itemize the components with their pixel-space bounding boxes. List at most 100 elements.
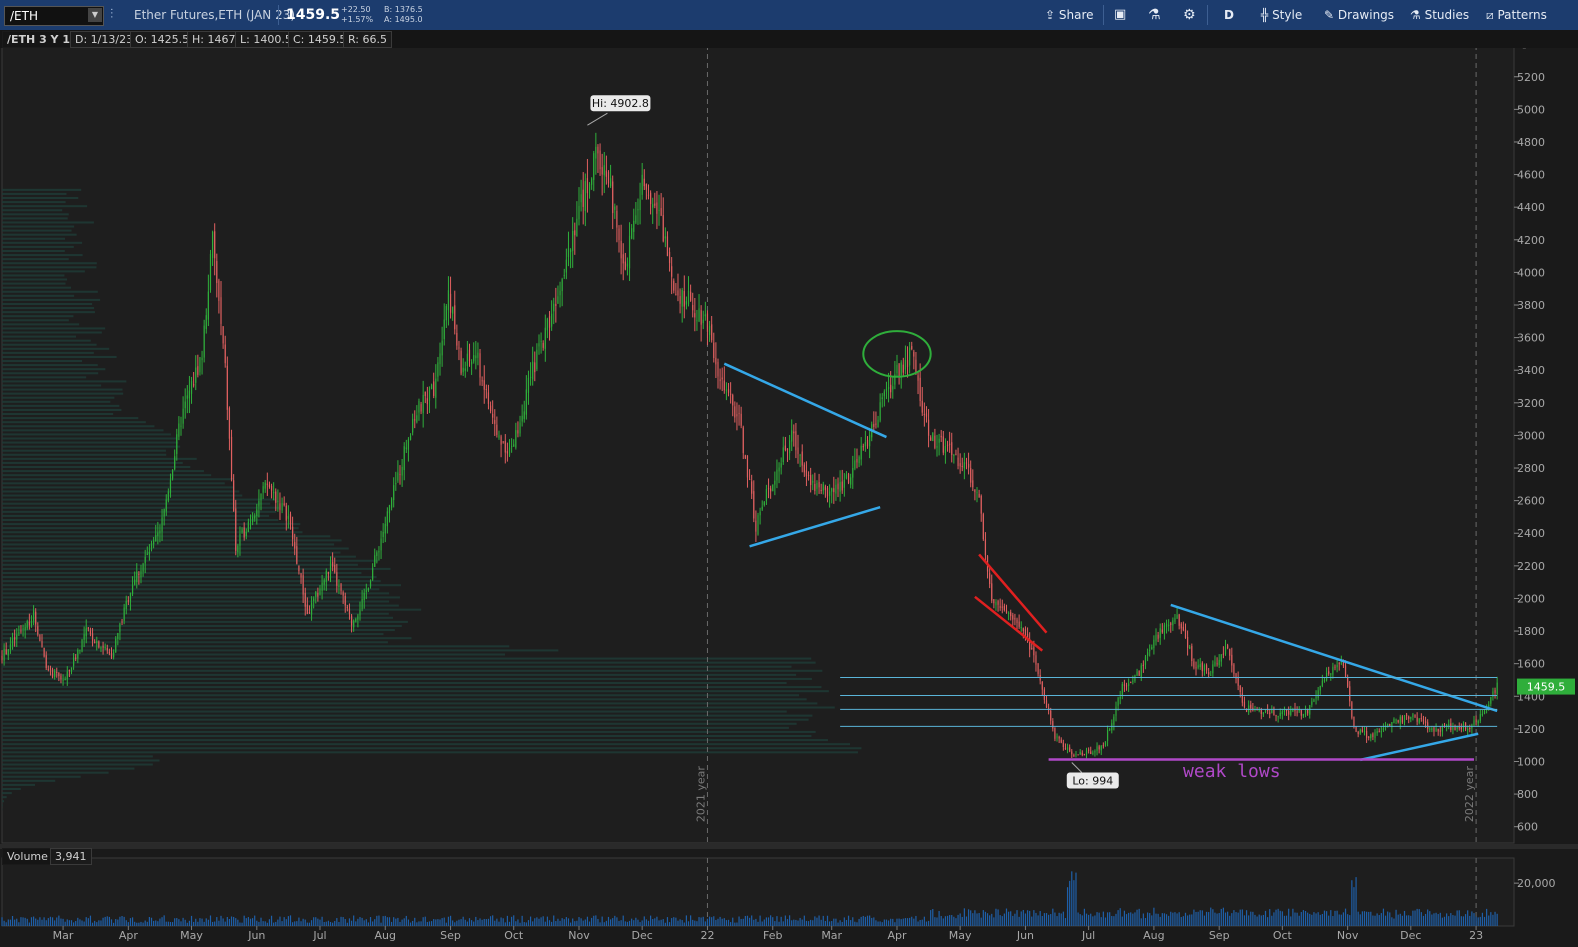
candle	[374, 548, 376, 567]
candle	[1130, 681, 1132, 684]
volume-bar	[1361, 911, 1363, 926]
volume-bar	[1380, 913, 1382, 926]
candle	[845, 471, 848, 480]
volume-bar	[226, 916, 228, 926]
flask-icon[interactable]: ⚗	[1148, 0, 1161, 30]
candle-body	[734, 406, 736, 418]
candle	[536, 343, 538, 372]
volume-bar	[296, 921, 298, 926]
candle	[951, 432, 953, 463]
candle	[1157, 631, 1159, 643]
share-icon: ⇪	[1045, 8, 1056, 22]
candle-body	[698, 308, 700, 322]
candle	[428, 386, 431, 414]
candle-body	[96, 640, 98, 643]
candle	[711, 316, 713, 343]
volume-bar	[1475, 916, 1477, 926]
candle-body	[1007, 612, 1010, 614]
candle-body	[1431, 728, 1433, 731]
volume-bar	[235, 918, 237, 926]
candle	[382, 523, 384, 544]
candle	[1378, 728, 1380, 733]
style-button[interactable]: ╬ Style	[1261, 0, 1302, 30]
candle-body	[344, 595, 346, 606]
candle-body	[22, 628, 24, 630]
candle	[1490, 696, 1492, 707]
volume-bar	[336, 918, 338, 926]
drawings-button[interactable]: ✎ Drawings	[1324, 0, 1394, 30]
candle-body	[700, 310, 702, 325]
volume-bar	[1277, 908, 1279, 926]
share-button[interactable]: ⇪ Share	[1045, 0, 1094, 30]
volume-bar	[810, 919, 812, 926]
profile-bar	[2, 779, 56, 782]
volume-bar	[125, 920, 127, 926]
candle-body	[658, 210, 660, 212]
volume-bar	[452, 920, 454, 926]
symbol-selector[interactable]: /ETH ▼	[4, 6, 104, 26]
candle-body	[492, 413, 494, 418]
divider	[1103, 5, 1104, 25]
candle	[786, 448, 789, 463]
gear-icon[interactable]: ⚙	[1183, 0, 1196, 30]
candle	[885, 381, 888, 400]
candle-body	[1210, 674, 1212, 676]
volume-bar	[5, 922, 7, 926]
candle-body	[645, 184, 647, 190]
candle	[774, 471, 776, 496]
candle	[896, 354, 898, 377]
candle-body	[270, 486, 273, 491]
volume-bar	[49, 916, 52, 926]
ask-price: A: 1495.0	[384, 15, 423, 24]
volume-bar	[353, 915, 355, 926]
candle-body	[692, 304, 694, 311]
candle	[593, 150, 595, 192]
volume-value: 3,941	[50, 848, 92, 865]
volume-bar	[803, 915, 805, 926]
candle-body	[1376, 730, 1378, 734]
candle-body	[262, 486, 264, 493]
candle	[1252, 702, 1254, 712]
candle	[1437, 728, 1439, 736]
volume-bar	[1307, 912, 1309, 926]
page-icon[interactable]: ▣	[1114, 0, 1126, 30]
studies-button[interactable]: ⚗ Studies	[1410, 0, 1469, 30]
candle-body	[1001, 606, 1003, 608]
candle	[264, 479, 266, 493]
timeframe-button[interactable]: D	[1224, 0, 1234, 30]
candle	[222, 326, 224, 349]
price-chart[interactable]: 6008001000120014001600180020002200240026…	[0, 48, 1578, 947]
candle	[54, 668, 56, 680]
candle-body	[708, 325, 711, 336]
volume-bar	[113, 922, 115, 926]
candle-body	[881, 397, 883, 399]
patterns-button[interactable]: ⧄ Patterns	[1486, 0, 1547, 30]
candle-body	[978, 493, 980, 498]
candle	[1397, 719, 1399, 724]
volume-bar	[799, 917, 801, 926]
candle	[595, 132, 597, 175]
volume-bar	[60, 918, 62, 926]
volume-bar	[1079, 914, 1081, 926]
profile-bar	[2, 592, 390, 595]
candle	[685, 296, 688, 310]
volume-bar	[273, 922, 275, 926]
volume-bar	[774, 921, 776, 926]
candle-body	[588, 184, 591, 191]
chevron-down-icon[interactable]: ▼	[88, 8, 102, 22]
volume-bar	[843, 917, 845, 926]
candle	[818, 473, 820, 494]
candle	[77, 648, 79, 664]
profile-bar	[2, 482, 225, 485]
candle-body	[1052, 721, 1054, 729]
candle-body	[321, 582, 323, 591]
link-icon[interactable]: ⫶	[110, 0, 113, 30]
volume-bar	[420, 921, 422, 926]
candle-body	[403, 446, 405, 471]
volume-bar	[801, 919, 803, 926]
candle	[136, 563, 138, 589]
volume-bar	[378, 915, 380, 926]
candle-body	[797, 447, 799, 454]
volume-bar	[1048, 914, 1050, 926]
candle-body	[479, 353, 481, 378]
